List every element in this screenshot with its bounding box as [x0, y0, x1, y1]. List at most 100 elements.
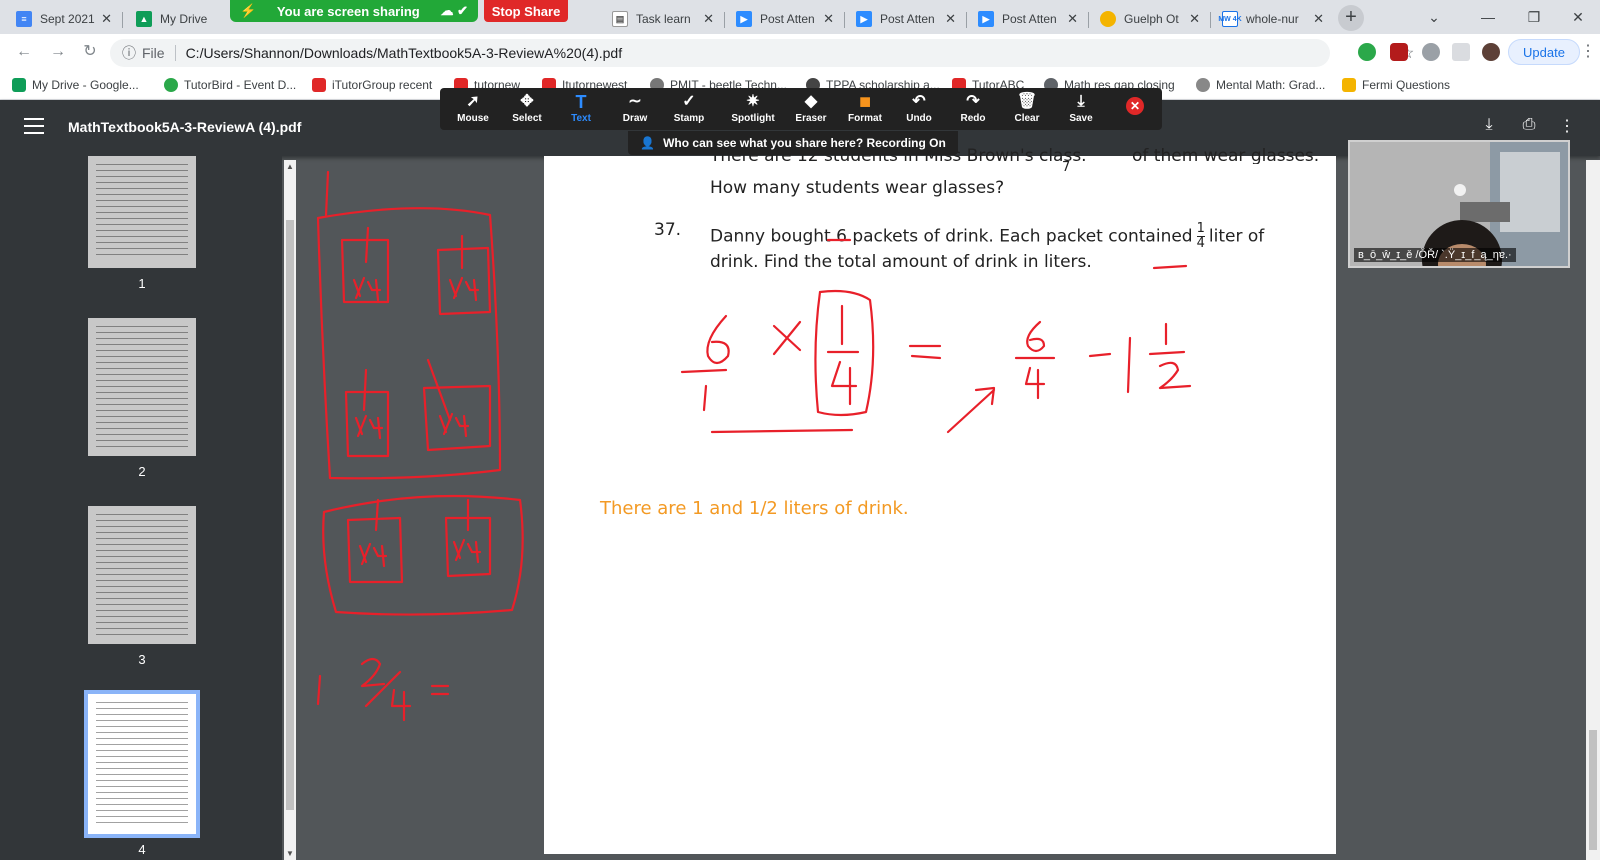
ink-stroke	[426, 358, 452, 422]
back-icon[interactable]: ←	[14, 42, 34, 62]
redo-icon: ↷	[966, 93, 980, 110]
close-icon[interactable]: ✕	[823, 11, 834, 27]
thumbnail-page-2[interactable]	[88, 318, 196, 456]
ink-stroke	[362, 368, 368, 412]
ublock-icon[interactable]	[1390, 43, 1408, 61]
minimize-button[interactable]: —	[1466, 0, 1510, 34]
zoom-icon: ▶	[978, 11, 994, 27]
ink-stroke	[452, 538, 482, 564]
screen-sharing-banner[interactable]: ⚡ You are screen sharing ☁ ✔	[230, 0, 478, 22]
text-tool-button[interactable]: T Text	[554, 91, 608, 129]
page-number: 2	[138, 464, 146, 479]
thumbnail-page-3[interactable]	[88, 506, 196, 644]
restore-button[interactable]: ❐	[1512, 0, 1556, 34]
undo-button[interactable]: ↶ Undo	[892, 91, 946, 129]
ink-stroke	[316, 207, 502, 480]
ink-stroke	[436, 246, 492, 316]
stamp-icon: ✓	[682, 93, 696, 110]
bookmark-itutorgroup[interactable]: iTutorGroup recent	[312, 76, 432, 94]
more-vert-icon[interactable]: ⋮	[1578, 42, 1598, 62]
shield-icon: ⚡	[240, 3, 257, 18]
page-number: 1	[138, 276, 146, 291]
ink-stroke	[352, 276, 382, 302]
address-bar: ← → ↻ ⓘ File C:/Users/Shannon/Downloads/…	[0, 34, 1600, 70]
reload-icon[interactable]: ↻	[80, 42, 100, 62]
close-annotation-button[interactable]: ✕	[1126, 97, 1144, 115]
question-37-line-1: Danny bought 6 packets of drink. Each pa…	[710, 221, 1265, 251]
extension-icon[interactable]	[1422, 43, 1440, 61]
close-icon[interactable]: ✕	[703, 11, 714, 27]
thumbnail-sidebar: 1 2 3 4	[0, 156, 282, 860]
spotlight-tool-button[interactable]: ✷ Spotlight	[722, 91, 784, 129]
tab-task-learn[interactable]: ▤ Task learn ✕	[604, 4, 722, 34]
forward-icon[interactable]: →	[48, 42, 68, 62]
close-icon[interactable]: ✕	[101, 11, 112, 27]
tab-whole-number[interactable]: MW 4K whole-nur ✕	[1214, 4, 1332, 34]
ink-stroke	[344, 390, 390, 458]
url-text: C:/Users/Shannon/Downloads/MathTextbook5…	[185, 45, 623, 61]
url-input[interactable]: ⓘ File C:/Users/Shannon/Downloads/MathTe…	[110, 39, 1414, 67]
update-button[interactable]: Update	[1508, 39, 1580, 65]
fermi-icon	[1342, 78, 1356, 92]
globe-icon	[1196, 78, 1210, 92]
bookmark-my-drive[interactable]: My Drive - Google...	[12, 76, 139, 94]
tab-post-atten-1[interactable]: ▶ Post Atten ✕	[728, 4, 842, 34]
close-icon[interactable]: ✕	[1189, 11, 1200, 27]
new-tab-button[interactable]: +	[1338, 5, 1364, 31]
close-icon[interactable]: ✕	[945, 11, 956, 27]
format-tool-button[interactable]: ■ Format	[838, 91, 892, 129]
stamp-tool-button[interactable]: ✓ Stamp	[662, 91, 716, 129]
bookmark-tutorbird[interactable]: TutorBird - Event D...	[164, 76, 296, 94]
page-scrollbar[interactable]	[1586, 160, 1600, 860]
evernote-icon[interactable]	[1358, 43, 1376, 61]
tab-post-atten-2[interactable]: ▶ Post Atten ✕	[848, 4, 964, 34]
close-window-button[interactable]: ✕	[1556, 0, 1600, 34]
ink-stroke	[422, 384, 492, 452]
ink-stroke	[390, 688, 412, 722]
clear-button[interactable]: 🗑 Clear	[1000, 91, 1054, 129]
redo-button[interactable]: ↷ Redo	[946, 91, 1000, 129]
tab-guelph[interactable]: Guelph Ot ✕	[1092, 4, 1208, 34]
mw-icon: MW 4K	[1218, 11, 1242, 27]
thumbnail-page-1[interactable]	[88, 156, 196, 268]
tab-my-drive[interactable]: ▲ My Drive	[128, 4, 228, 34]
participant-video[interactable]: ʙ_ō_ŵ_ɪ_ě /ŎŘ/ `.Ÿ_ɪ_f_ą_ηɐ.·	[1348, 140, 1570, 268]
menu-icon[interactable]	[24, 118, 44, 138]
page-number: 3	[138, 652, 146, 667]
close-icon[interactable]: ✕	[1067, 11, 1078, 27]
close-icon[interactable]: ✕	[1313, 11, 1324, 27]
avatar[interactable]	[1482, 43, 1500, 61]
mouse-pointer-icon: ➚	[466, 93, 480, 110]
stop-share-button[interactable]: Stop Share	[484, 0, 568, 22]
eraser-tool-button[interactable]: ◆ Eraser	[784, 91, 838, 129]
draw-tool-button[interactable]: ∼ Draw	[608, 91, 662, 129]
print-icon[interactable]: ⎙	[1518, 116, 1540, 138]
bookmark-mental-math[interactable]: Mental Math: Grad...	[1196, 76, 1325, 94]
format-icon: ■	[858, 91, 872, 113]
save-button[interactable]: ⤓ Save	[1054, 91, 1108, 129]
download-icon[interactable]: ⤓	[1478, 116, 1500, 138]
answer-text: There are 1 and 1/2 liters of drink.	[600, 498, 909, 519]
cloud-check-icon: ☁ ✔	[440, 3, 468, 18]
doc-icon: ▤	[612, 11, 628, 27]
chevron-down-icon[interactable]: ⌄	[1412, 0, 1456, 34]
sidebar-scrollbar[interactable]: ▲ ▼	[284, 160, 296, 860]
annotation-toolbar: ➚ Mouse ✥ Select T Text ∼ Draw ✓ Stamp ✷ Spotl…	[440, 88, 1162, 130]
question-36-fraction-denominator: 7	[1062, 160, 1071, 175]
trash-icon: 🗑	[1016, 93, 1038, 110]
select-tool-button[interactable]: ✥ Select	[500, 91, 554, 129]
tab-sept-2021[interactable]: ≡ Sept 2021 ✕	[8, 4, 120, 34]
text-icon: T	[575, 92, 587, 112]
zoom-icon: ▶	[856, 11, 872, 27]
more-vert-icon[interactable]: ⋮	[1556, 116, 1578, 138]
mouse-tool-button[interactable]: ➚ Mouse	[446, 91, 500, 129]
sidepanel-icon[interactable]	[1452, 43, 1470, 61]
ink-stroke	[444, 516, 492, 578]
tab-post-atten-3[interactable]: ▶ Post Atten ✕	[970, 4, 1086, 34]
bookmark-fermi[interactable]: Fermi Questions	[1342, 76, 1450, 94]
drive-icon	[12, 78, 26, 92]
ink-stroke	[346, 516, 404, 584]
thumbnail-page-4[interactable]	[84, 690, 200, 838]
question-36-line-1: There are 12 students in Miss Brown's cl…	[710, 146, 1320, 164]
ink-stroke	[324, 170, 330, 217]
